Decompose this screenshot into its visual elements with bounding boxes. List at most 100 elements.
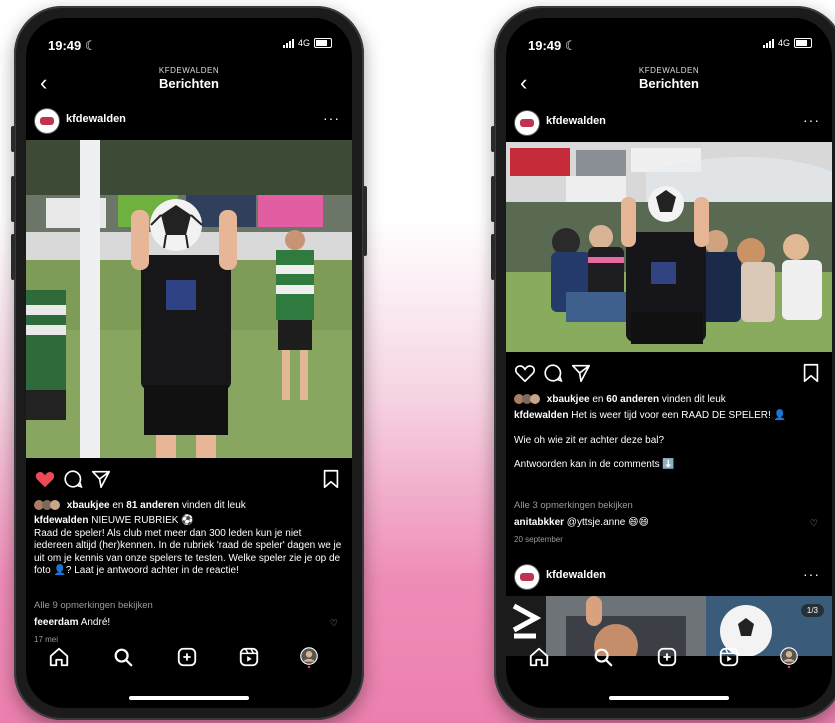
avatar[interactable] <box>514 564 540 590</box>
home-indicator[interactable] <box>609 696 729 700</box>
post-header: kfdewalden ··· <box>26 108 352 136</box>
bottom-tab-bar <box>26 640 352 680</box>
view-comments-link[interactable]: Alle 9 opmerkingen bekijken <box>34 600 342 613</box>
caption-title: Het is weer tijd voor een RAAD DE SPELER… <box>568 410 786 421</box>
post-photo-image <box>26 140 352 458</box>
back-icon[interactable]: ‹ <box>40 72 47 94</box>
comment-username[interactable]: anitabkker <box>514 517 564 528</box>
left-phone-frame: 19:49 ☾ 4G ‹ KFDEWALDEN Berichten kfdewa… <box>11 6 367 720</box>
caption-body: Raad de speler! Als club met meer dan 30… <box>34 527 342 577</box>
likes-count[interactable]: 60 anderen <box>606 394 659 405</box>
nav-title: Berichten <box>159 76 219 91</box>
battery-icon <box>794 38 812 48</box>
comment-username[interactable]: feeerdam <box>34 617 78 628</box>
volume-up-button <box>491 176 495 222</box>
new-post-icon[interactable] <box>656 646 678 668</box>
profile-icon[interactable] <box>298 646 320 668</box>
comment-row: feeerdam André! <box>34 617 342 630</box>
more-options-icon[interactable]: ··· <box>803 566 820 582</box>
post-photo[interactable] <box>506 142 832 352</box>
post-username[interactable]: kfdewalden <box>546 115 606 127</box>
post-photo-image <box>506 142 832 352</box>
post-actions <box>506 362 832 386</box>
back-icon[interactable]: ‹ <box>520 72 527 94</box>
share-icon[interactable] <box>570 362 592 384</box>
post-username[interactable]: kfdewalden <box>66 113 126 125</box>
liker-avatars <box>514 394 544 405</box>
caption-title: NIEUWE RUBRIEK ⚽ <box>88 515 194 526</box>
nav-header: ‹ KFDEWALDEN Berichten <box>26 66 352 100</box>
caption-line-2: Wie oh wie zit er achter deze bal? <box>514 434 665 446</box>
signal-icon <box>282 38 294 48</box>
caption-username[interactable]: kfdewalden <box>34 515 88 526</box>
nav-title: Berichten <box>639 76 699 91</box>
comment-row: anitabkker @yttsje.anne 😄😄 <box>514 517 822 530</box>
nav-subtitle: KFDEWALDEN <box>158 66 220 75</box>
like-heart-icon[interactable] <box>34 468 56 490</box>
likes-suffix: vinden dit leuk <box>659 394 726 405</box>
left-screen: 19:49 ☾ 4G ‹ KFDEWALDEN Berichten kfdewa… <box>26 18 352 708</box>
comment-text: @yttsje.anne 😄😄 <box>564 517 649 528</box>
share-icon[interactable] <box>90 468 112 490</box>
new-post-icon[interactable] <box>176 646 198 668</box>
post-caption: kfdewalden NIEUWE RUBRIEK ⚽ Raad de spel… <box>34 515 342 578</box>
search-icon[interactable] <box>112 646 134 668</box>
status-indicators: 4G <box>762 38 812 48</box>
likes-connector: en <box>109 500 127 511</box>
volume-down-button <box>11 234 15 280</box>
likes-connector: en <box>589 394 607 405</box>
comment-icon[interactable] <box>542 362 564 384</box>
avatar[interactable] <box>34 108 60 134</box>
search-icon[interactable] <box>592 646 614 668</box>
network-label: 4G <box>777 38 790 48</box>
mute-switch <box>491 126 495 152</box>
volume-up-button <box>11 176 15 222</box>
mute-switch <box>11 126 15 152</box>
post-actions <box>26 468 352 492</box>
bookmark-icon[interactable] <box>320 468 342 490</box>
status-bar: 19:49 ☾ 4G <box>528 38 812 54</box>
status-time: 19:49 ☾ <box>48 38 97 53</box>
volume-down-button <box>491 234 495 280</box>
view-comments-link[interactable]: Alle 3 opmerkingen bekijken <box>514 500 822 513</box>
more-options-icon[interactable]: ··· <box>323 110 340 126</box>
post-header: kfdewalden ··· <box>506 110 832 138</box>
profile-icon[interactable] <box>778 646 800 668</box>
reels-icon[interactable] <box>718 646 740 668</box>
right-phone-frame: 19:49 ☾ 4G ‹ KFDEWALDEN Berichten kfdewa… <box>491 6 835 720</box>
battery-icon <box>314 38 332 48</box>
power-button <box>363 186 367 256</box>
right-screen: 19:49 ☾ 4G ‹ KFDEWALDEN Berichten kfdewa… <box>506 18 832 708</box>
comment-like-icon[interactable]: ♡ <box>330 618 338 629</box>
signal-icon <box>762 38 774 48</box>
liker-avatars <box>34 500 64 511</box>
comment-like-icon[interactable]: ♡ <box>810 518 818 529</box>
bookmark-icon[interactable] <box>800 362 822 384</box>
home-indicator[interactable] <box>129 696 249 700</box>
bottom-tab-bar <box>506 640 832 680</box>
caption-username[interactable]: kfdewalden <box>514 410 568 421</box>
post-photo[interactable] <box>26 140 352 458</box>
nav-header: ‹ KFDEWALDEN Berichten <box>506 66 832 100</box>
liker-username[interactable]: xbaukjee <box>547 394 590 405</box>
likes-line: xbaukjee en 60 anderen vinden dit leuk <box>514 394 822 407</box>
status-time: 19:49 ☾ <box>528 38 577 53</box>
home-icon[interactable] <box>48 646 70 668</box>
carousel-counter: 1/3 <box>800 604 824 617</box>
caption-line-3: Antwoorden kan in de comments ⬇️ <box>514 459 675 470</box>
status-bar: 19:49 ☾ 4G <box>48 38 332 54</box>
home-icon[interactable] <box>528 646 550 668</box>
liker-username[interactable]: xbaukjee <box>67 500 110 511</box>
likes-line: xbaukjee en 81 anderen vinden dit leuk <box>34 500 342 513</box>
reels-icon[interactable] <box>238 646 260 668</box>
next-post-header: kfdewalden ··· <box>506 564 832 592</box>
comment-text: André! <box>78 617 111 628</box>
status-indicators: 4G <box>282 38 332 48</box>
post-username[interactable]: kfdewalden <box>546 569 606 581</box>
post-caption: kfdewalden Het is weer tijd voor een RAA… <box>514 410 822 472</box>
avatar[interactable] <box>514 110 540 136</box>
more-options-icon[interactable]: ··· <box>803 112 820 128</box>
comment-icon[interactable] <box>62 468 84 490</box>
likes-count[interactable]: 81 anderen <box>126 500 179 511</box>
like-heart-icon[interactable] <box>514 362 536 384</box>
